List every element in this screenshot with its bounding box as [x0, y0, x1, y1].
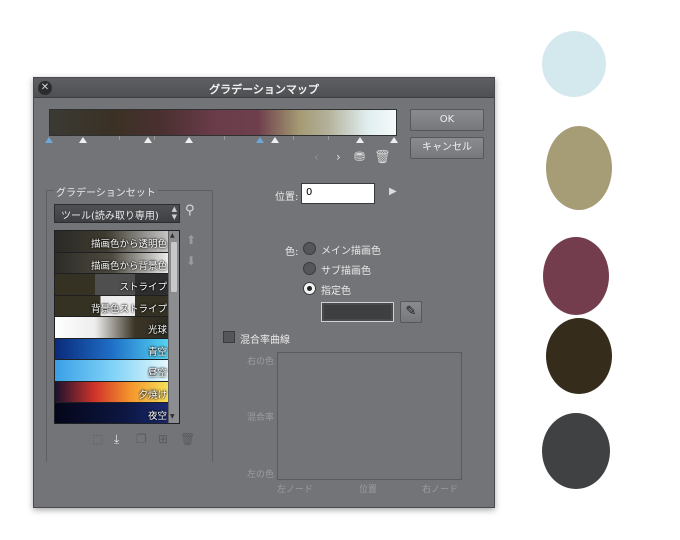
radio-label: 指定色	[321, 286, 351, 297]
gradient-stop[interactable]	[271, 137, 279, 143]
preset-name: 描画色から透明色	[90, 239, 167, 250]
radio-button[interactable]	[303, 242, 316, 255]
preset-name: 背景色ストライプ	[90, 303, 167, 315]
cancel-button[interactable]: キャンセル	[410, 137, 484, 159]
wrench-icon[interactable]: ⚲	[185, 203, 195, 218]
list-item[interactable]: 夜空	[55, 403, 179, 423]
gradient-preset-list[interactable]: 描画色から透明色 描画色から背景色 ストライプ 背景色ストライプ 光球 青空 昼…	[54, 230, 180, 424]
preset-name: 夜空	[147, 411, 167, 422]
import-icon[interactable]: ⤓	[114, 432, 119, 447]
trash-icon[interactable]: 🗑	[180, 432, 195, 446]
x-axis-left-label: 左ノード	[277, 485, 314, 495]
blend-curve-checkbox[interactable]	[223, 331, 235, 343]
tick	[293, 136, 294, 140]
list-item[interactable]: 背景色ストライプ	[55, 295, 179, 317]
radio-label: メイン描画色	[321, 246, 381, 257]
gradient-set-label: グラデーションセット	[54, 184, 158, 199]
specified-color-swatch[interactable]	[321, 302, 394, 322]
list-item[interactable]: 昼空	[55, 360, 179, 382]
preset-list-scrollbar[interactable]: ▲ ▼	[168, 231, 179, 423]
blend-curve-label: 混合率曲線	[240, 335, 290, 346]
eyedropper-button[interactable]: ✎	[400, 301, 422, 323]
preset-name: 昼空	[147, 368, 167, 379]
y-axis-mid-label: 混合率	[247, 413, 275, 423]
trash-icon[interactable]: 🗑	[374, 150, 391, 165]
palette-swatch	[542, 31, 606, 97]
list-item[interactable]: 光球	[55, 317, 179, 339]
preset-name: 青空	[147, 346, 167, 358]
gradient-stop[interactable]	[45, 137, 53, 143]
x-axis-mid-label: 位置	[359, 485, 378, 495]
register-preset-icon[interactable]: ⬚	[92, 432, 103, 446]
radio-button[interactable]	[303, 262, 316, 275]
y-axis-top-label: 右の色	[247, 357, 275, 367]
gradient-map-dialog: ✕ グラデーションマップ OK キャンセル ‹ › ⛃ 🗑 グラデーションセット…	[33, 77, 495, 508]
list-item[interactable]: 青空	[55, 338, 179, 360]
list-item[interactable]: 描画色から透明色	[55, 231, 179, 253]
position-input[interactable]: 0	[301, 183, 375, 204]
preset-name: 夕焼け	[138, 389, 167, 401]
palette-swatch	[542, 413, 610, 489]
gradient-stop[interactable]	[356, 137, 364, 143]
list-item[interactable]: ストライプ	[55, 274, 179, 296]
gradient-stop[interactable]	[390, 137, 398, 143]
x-axis-right-label: 右ノード	[422, 485, 459, 495]
new-preset-icon[interactable]: ⊞	[158, 432, 168, 446]
gradient-preview-bar[interactable]	[49, 109, 397, 136]
radio-button-checked[interactable]	[303, 282, 316, 295]
y-axis-bottom-label: 左の色	[247, 470, 275, 480]
gradient-stop[interactable]	[144, 137, 152, 143]
gradient-set-value: ツール(読み取り専用)	[61, 211, 159, 222]
title-bar[interactable]: ✕ グラデーションマップ	[34, 78, 494, 98]
move-up-icon[interactable]: ⬆	[186, 233, 196, 247]
move-down-icon[interactable]: ⬇	[186, 254, 196, 268]
dialog-title: グラデーションマップ	[209, 83, 319, 96]
palette-swatch	[546, 126, 612, 210]
scrollbar-thumb[interactable]	[170, 241, 178, 293]
chevron-right-icon[interactable]: ›	[336, 150, 341, 164]
gradient-stop[interactable]	[185, 137, 193, 143]
color-label: 色:	[285, 247, 299, 258]
blend-curve-editor	[277, 352, 462, 480]
tick	[119, 136, 120, 140]
scroll-up-icon[interactable]: ▲	[170, 232, 175, 239]
select-arrows-icon: ▲ ▼	[171, 205, 177, 221]
palette-swatch	[543, 237, 609, 315]
ok-button[interactable]: OK	[410, 109, 484, 131]
gradient-stop[interactable]	[256, 137, 264, 143]
tick	[154, 136, 155, 140]
gradient-stops[interactable]	[45, 136, 398, 146]
list-item[interactable]: 夕焼け	[55, 381, 179, 403]
gradient-stop[interactable]	[79, 137, 87, 143]
add-stop-icon[interactable]: ⛃	[354, 150, 365, 165]
duplicate-icon[interactable]: ❐	[136, 432, 147, 446]
preset-name: ストライプ	[119, 282, 167, 293]
list-item[interactable]: 描画色から背景色	[55, 252, 179, 274]
scroll-down-icon[interactable]: ▼	[170, 413, 175, 420]
eyedropper-icon: ✎	[405, 304, 417, 319]
palette-swatch	[546, 318, 612, 394]
chevron-left-icon[interactable]: ‹	[314, 150, 319, 164]
tick	[328, 136, 329, 140]
gradient-set-select[interactable]: ツール(読み取り専用) ▲ ▼	[54, 204, 180, 223]
position-label: 位置:	[275, 192, 299, 203]
position-slider-arrow-icon[interactable]: ▶	[389, 186, 397, 197]
radio-label: サブ描画色	[321, 266, 371, 277]
tick	[224, 136, 225, 140]
preset-name: 光球	[147, 325, 167, 336]
preset-name: 描画色から背景色	[90, 260, 167, 272]
